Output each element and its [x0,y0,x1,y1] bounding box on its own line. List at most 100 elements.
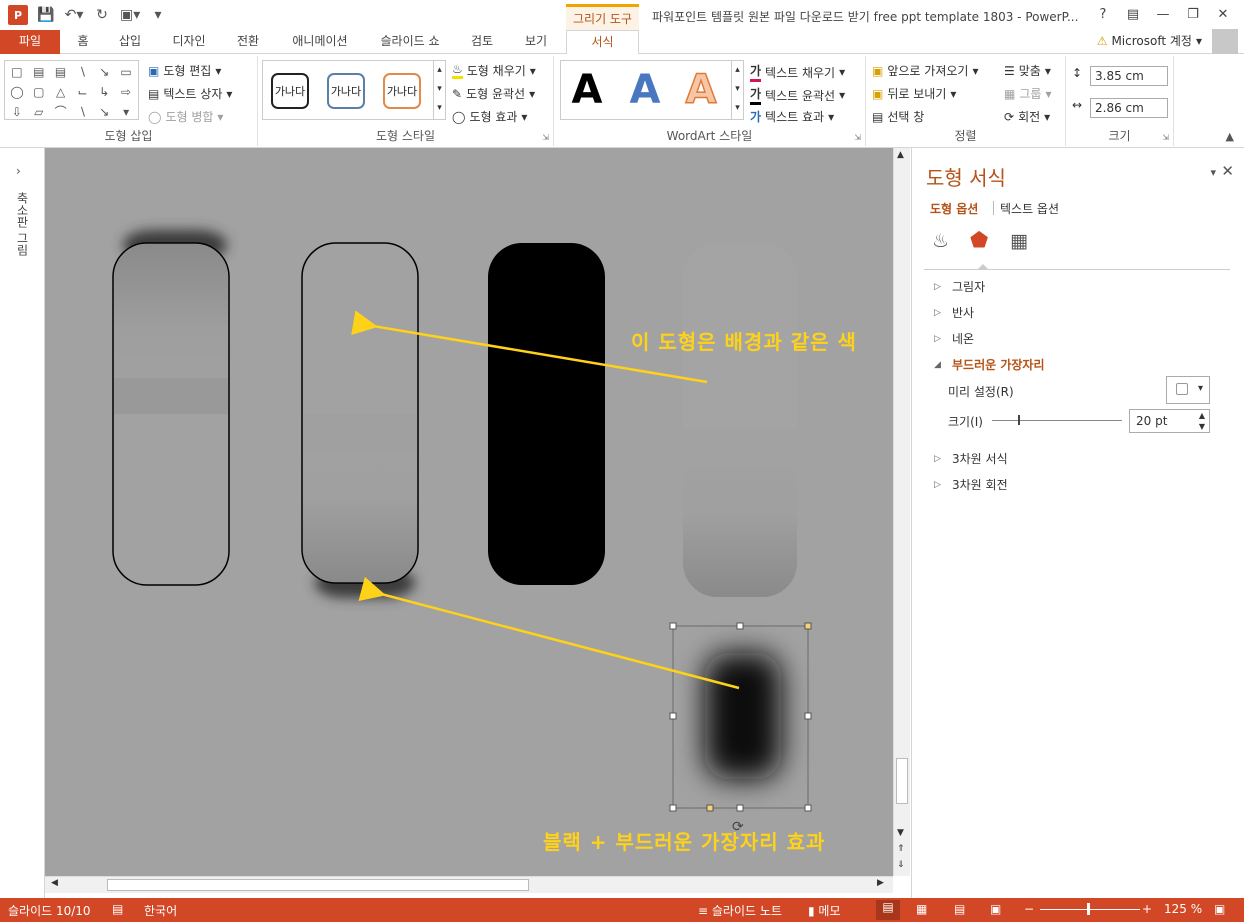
diagonal-line-icon[interactable]: ∖ [73,103,93,121]
slide-sorter-icon[interactable]: ▦ [916,902,927,916]
section-soft-edges[interactable]: ◢ 부드러운 가장자리 [934,356,1045,373]
effects-pentagon-icon[interactable]: ⬟ [970,228,988,252]
expand-thumbnails-icon[interactable]: › [16,164,21,178]
send-backward-button[interactable]: ▣ 뒤로 보내기 ▾ [872,85,956,102]
pane-close-icon[interactable]: ✕ [1221,162,1234,180]
account-button[interactable]: ⚠ Microsoft 계정 ▾ [1097,32,1202,49]
handle-se[interactable] [804,804,812,812]
text-box-button[interactable]: ▤ 텍스트 상자 ▾ [148,85,232,102]
textbox-shape-icon[interactable]: ▤ [29,63,49,81]
tab-transitions[interactable]: 전환 [228,30,268,54]
rounded-rect-icon[interactable]: ▢ [29,83,49,101]
line-shape-icon[interactable]: ∖ [73,63,93,81]
dialog-launcher-icon[interactable]: ⇲ [542,133,549,142]
scroll-left-icon[interactable]: ◀ [51,878,58,888]
wordart-blue[interactable]: A [625,67,665,113]
gallery-scroll-icon[interactable]: ▴ ▾ ▾ [731,61,743,119]
vertical-scroll-thumb[interactable] [896,758,908,804]
rotate-button[interactable]: ⟳ 회전 ▾ [1004,108,1050,125]
redo-icon[interactable]: ↻ [92,7,112,23]
shapes-gallery[interactable]: □ ▤ ▤ ∖ ↘ ▭ ◯ ▢ △ ⌙ ↳ ⇨ ⇩ ▱ ⌒ ∖ ↘ ▾ [4,60,139,120]
rectangle-shape-icon[interactable]: ▭ [116,63,136,81]
callout-shape-icon[interactable]: □ [7,63,27,81]
fill-line-icon[interactable]: ♨ [932,230,949,252]
style-swatch-black[interactable]: 가나다 [271,73,309,109]
tab-home[interactable]: 홈 [68,30,98,54]
elbow-connector-icon[interactable]: ⌙ [73,83,93,101]
style-swatch-orange[interactable]: 가나다 [383,73,421,109]
notes-button[interactable]: ≡ 슬라이드 노트 [698,902,782,919]
save-icon[interactable]: 💾 [36,7,56,23]
text-fill-button[interactable]: 가 텍스트 채우기 ▾ [750,62,845,82]
handle-adjust[interactable] [706,804,714,812]
avatar[interactable] [1212,29,1238,55]
shape-outline-button[interactable]: ✎ 도형 윤곽선 ▾ [452,85,535,102]
shape-fill-button[interactable]: ♨ 도형 채우기 ▾ [452,62,536,79]
wordart-black[interactable]: A [567,67,607,113]
scroll-up-icon[interactable]: ▲ [897,150,904,160]
shape-3-black[interactable] [488,243,605,585]
text-outline-button[interactable]: 가 텍스트 윤곽선 ▾ [750,85,845,105]
dialog-launcher-icon[interactable]: ⇲ [1162,133,1169,142]
diagonal-arrow-icon[interactable]: ↘ [94,103,114,121]
handle-n[interactable] [736,622,744,630]
shape-style-gallery[interactable]: 가나다 가나다 가나다 ▴ ▾ ▾ [262,60,446,120]
shape-4-group[interactable] [683,243,797,597]
normal-view-icon[interactable]: ▤ [876,900,900,920]
size-slider-thumb[interactable] [1018,415,1020,425]
width-input[interactable]: 2.86 cm [1090,98,1168,118]
section-3d-format[interactable]: ▷ 3차원 서식 [934,450,1008,467]
ribbon-display-options-icon[interactable]: ▤ [1118,2,1148,28]
tab-design[interactable]: 디자인 [162,30,216,54]
next-slide-icon[interactable]: ⇓ [897,860,905,870]
handle-w[interactable] [669,712,677,720]
shape-effects-button[interactable]: ◯ 도형 효과 ▾ [452,108,527,125]
handle-e[interactable] [804,712,812,720]
section-3d-rotation[interactable]: ▷ 3차원 회전 [934,476,1008,493]
help-button[interactable]: ? [1088,2,1118,28]
dialog-launcher-icon[interactable]: ⇲ [854,133,861,142]
handle-s[interactable] [736,804,744,812]
tab-format[interactable]: 서식 [566,30,639,55]
present-icon[interactable]: ▣▾ [120,7,140,23]
horizontal-scroll-thumb[interactable] [107,879,529,891]
size-slider[interactable] [992,415,1122,425]
right-arrow-shape-icon[interactable]: ⇨ [116,83,136,101]
proofing-icon[interactable]: ▤ [112,902,123,916]
tab-slideshow[interactable]: 슬라이드 쇼 [370,30,450,54]
gallery-scroll-icon[interactable]: ▴ ▾ ▾ [433,61,445,119]
tab-file[interactable]: 파일 [0,30,60,54]
pane-options-icon[interactable]: ▾ [1210,166,1216,179]
shape-1-group[interactable] [112,230,230,586]
style-swatch-blue[interactable]: 가나다 [327,73,365,109]
edit-shape-button[interactable]: ▣ 도형 편집 ▾ [148,62,221,79]
horizontal-scrollbar[interactable]: ◀ ▶ [45,876,893,893]
align-button[interactable]: ☰ 맞춤 ▾ [1004,62,1051,79]
vertical-scrollbar[interactable]: ▲ ▼ ⇑ ⇓ [893,148,910,876]
shape-2-group[interactable] [301,242,419,598]
section-glow[interactable]: ▷ 네온 [934,330,974,347]
bring-forward-button[interactable]: ▣ 앞으로 가져오기 ▾ [872,62,978,79]
group-button[interactable]: ▦ 그룹 ▾ [1004,85,1051,102]
handle-nw[interactable] [669,622,677,630]
fit-to-window-icon[interactable]: ▣ [1214,902,1225,916]
size-properties-icon[interactable]: ▦ [1010,230,1028,252]
preset-dropdown[interactable]: ▾ [1166,376,1210,404]
more-shapes-icon[interactable]: ▾ [116,103,136,121]
zoom-out-icon[interactable]: − [1024,902,1034,916]
close-icon[interactable]: ✕ [1208,2,1238,28]
scroll-down-icon[interactable]: ▼ [897,828,904,838]
tab-review[interactable]: 검토 [462,30,502,54]
tab-insert[interactable]: 삽입 [112,30,148,54]
slide-canvas[interactable]: ⟳ 이 도형은 배경과 같은 색 블랙 + 부드러운 가장자리 효과 [45,148,893,876]
section-reflection[interactable]: ▷ 반사 [934,304,974,321]
spinner-arrows-icon[interactable]: ▲ ▼ [1199,410,1205,432]
arrow-line-icon[interactable]: ↘ [94,63,114,81]
tab-text-options[interactable]: 텍스트 옵션 [1000,200,1059,217]
slideshow-view-icon[interactable]: ▣ [990,902,1001,916]
reading-view-icon[interactable]: ▤ [954,902,965,916]
powerpoint-logo-icon[interactable]: P [8,5,28,25]
zoom-in-icon[interactable]: + [1142,902,1152,916]
collapse-ribbon-icon[interactable]: ▲ [1226,130,1234,143]
selection-pane-button[interactable]: ▤ 선택 창 [872,108,924,125]
